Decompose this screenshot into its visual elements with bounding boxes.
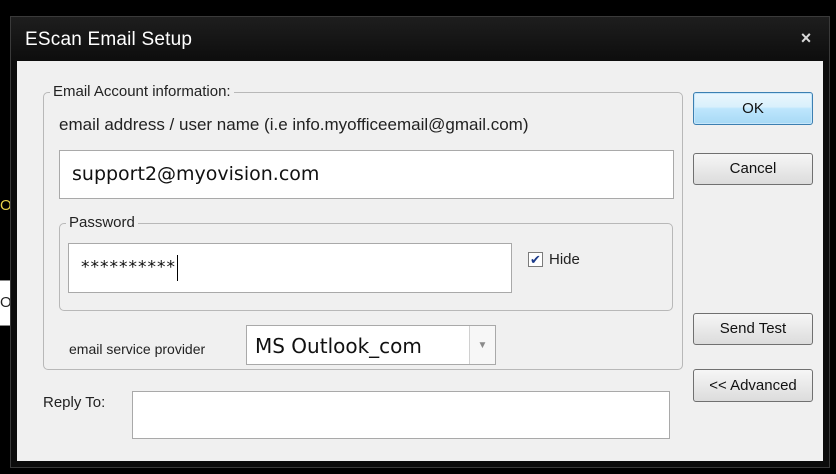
email-account-group: Email Account information: email address… [43,83,683,370]
password-input[interactable]: ********** [68,243,512,293]
close-icon[interactable]: × [793,25,819,51]
email-address-label: email address / user name (i.e info.myof… [59,115,529,134]
window-title: EScan Email Setup [25,29,193,50]
ok-button[interactable]: OK [693,92,813,125]
email-service-provider-label: email service provider [69,341,206,357]
hide-password-checkbox[interactable]: ✔ [528,252,543,267]
email-service-provider-selected: MS Outlook_com [255,334,422,358]
checkmark-icon: ✔ [530,252,541,267]
email-service-provider-dropdown[interactable]: MS Outlook_com ▼ [246,325,496,365]
dialog-client-area: Email Account information: email address… [17,61,823,461]
reply-to-label: Reply To: [43,394,106,411]
background-window-fragment-top: O [0,196,12,222]
email-account-group-legend: Email Account information: [50,83,234,101]
title-bar[interactable]: EScan Email Setup × [11,17,829,61]
email-address-value: support2@myovision.com [72,163,320,185]
hide-password-label: Hide [549,251,580,268]
send-test-button[interactable]: Send Test [693,313,813,345]
password-group: Password ********** ✔ Hide [59,214,673,311]
escan-email-setup-dialog: EScan Email Setup × Email Account inform… [10,16,830,468]
email-address-input[interactable]: support2@myovision.com [59,150,674,199]
advanced-button[interactable]: << Advanced [693,369,813,402]
text-caret [177,254,178,281]
password-group-legend: Password [66,214,138,232]
reply-to-input[interactable] [132,391,670,439]
chevron-down-icon[interactable]: ▼ [469,326,495,364]
password-masked-value: ********** [81,257,176,278]
cancel-button[interactable]: Cancel [693,153,813,185]
